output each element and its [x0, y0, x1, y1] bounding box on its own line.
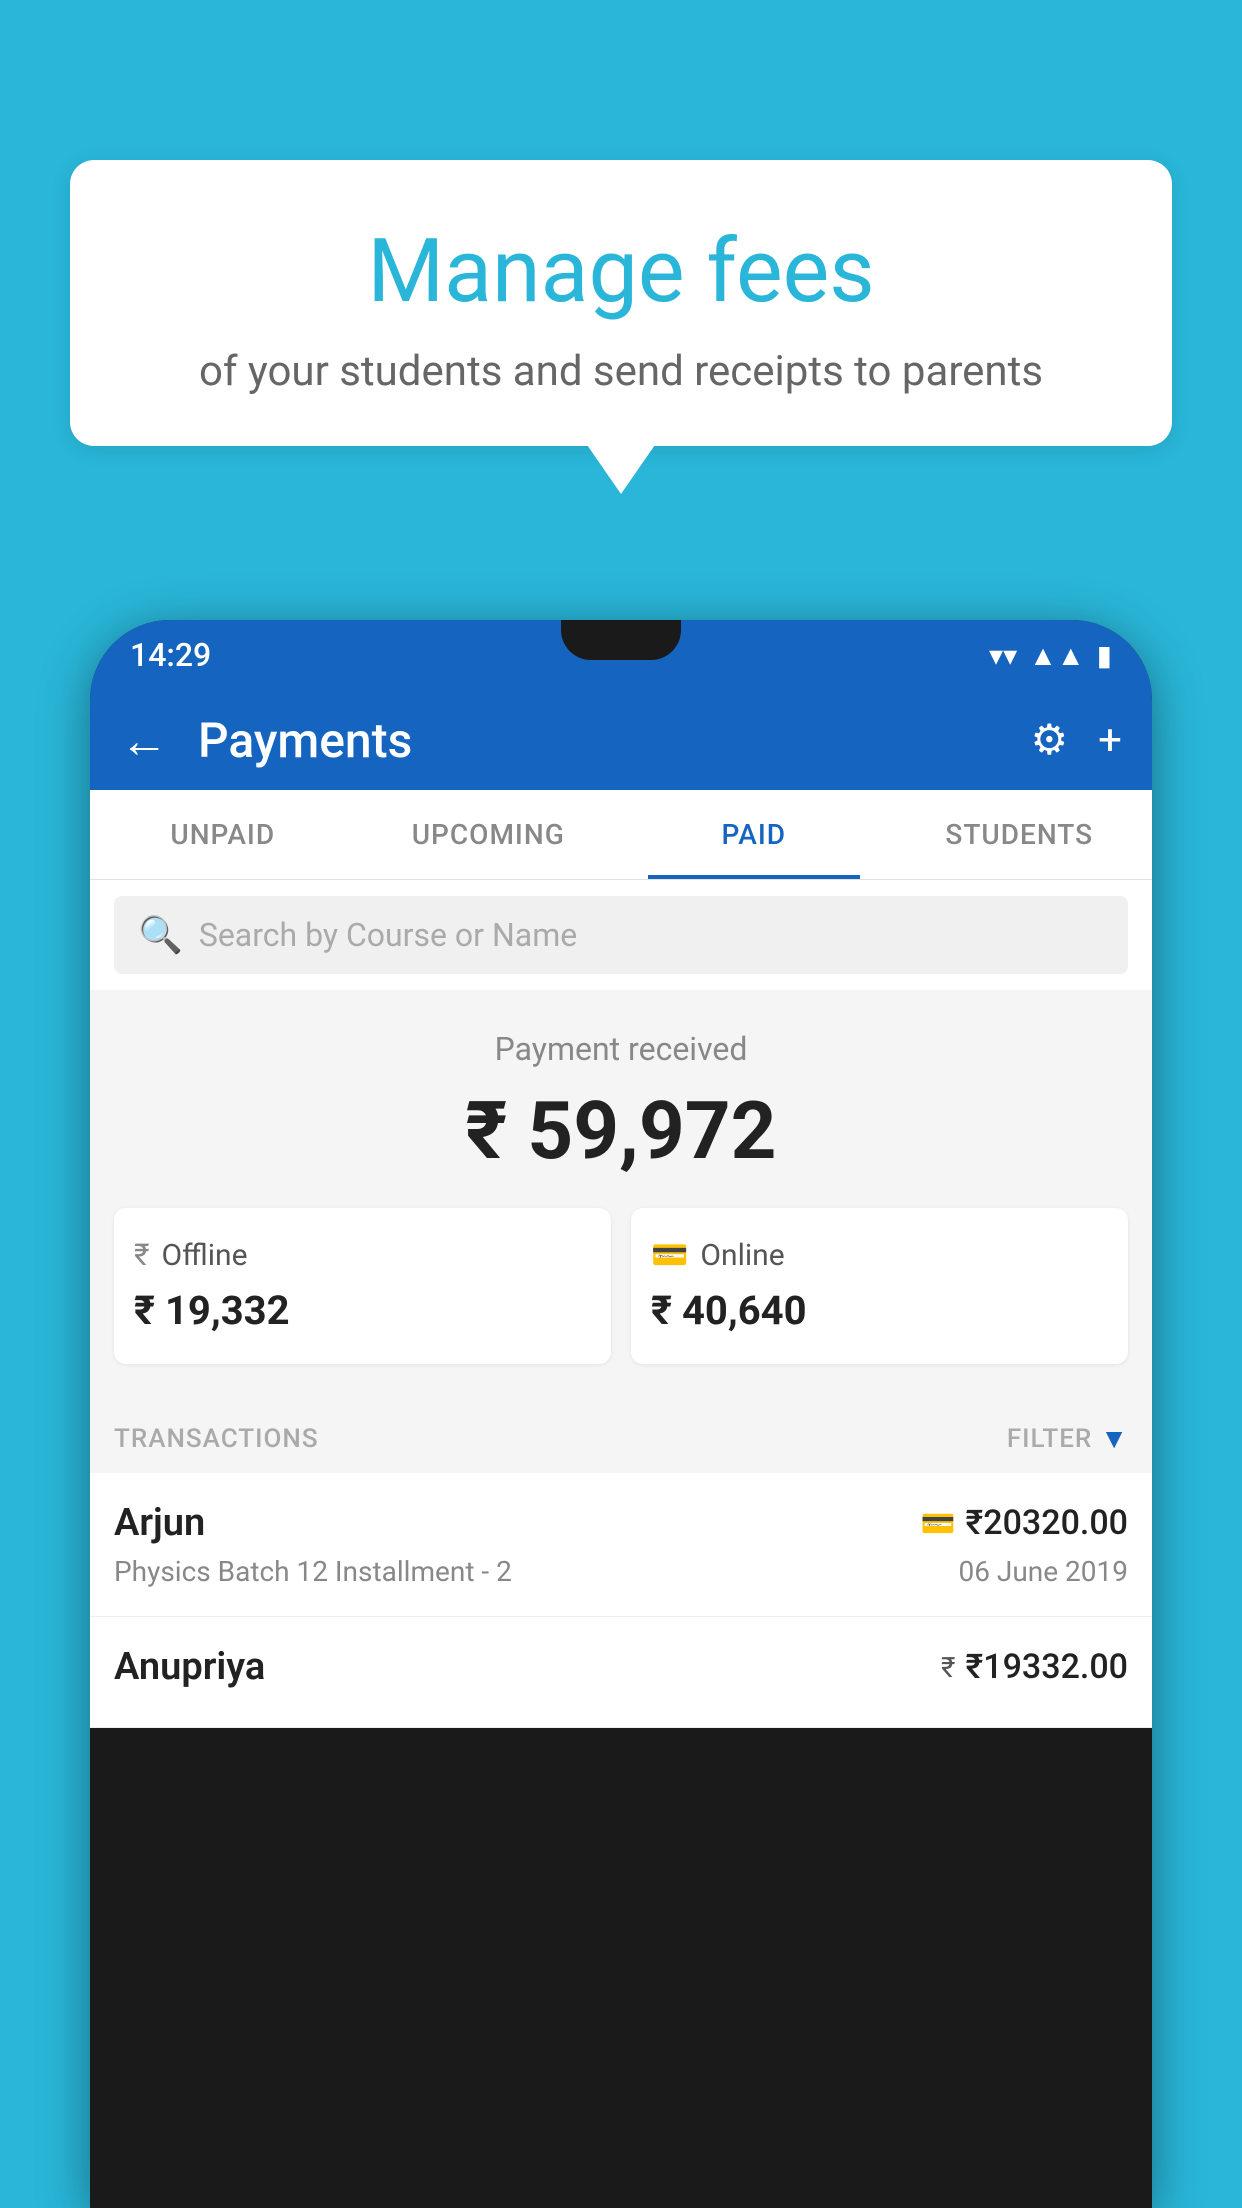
app-header: ← Payments ⚙ +: [90, 690, 1152, 790]
settings-icon[interactable]: ⚙: [1031, 715, 1069, 765]
offline-card-header: ₹ Offline: [134, 1238, 591, 1273]
phone-frame: 14:29 ▾▾ ▲▲ ▮ ← Payments ⚙ + UNPAID UPCO…: [90, 620, 1152, 2208]
online-type: Online: [700, 1238, 784, 1273]
filter-row[interactable]: FILTER ▼: [1007, 1422, 1128, 1455]
offline-payment-icon: ₹: [941, 1651, 955, 1684]
transaction-row-bottom: Physics Batch 12 Installment - 2 06 June…: [114, 1555, 1128, 1588]
payment-summary: Payment received ₹ 59,972 ₹ Offline ₹ 19…: [90, 990, 1152, 1394]
status-icons: ▾▾ ▲▲ ▮: [989, 639, 1112, 672]
bubble-title: Manage fees: [110, 220, 1132, 323]
tab-upcoming[interactable]: UPCOMING: [356, 790, 622, 879]
phone-notch: [561, 620, 681, 660]
speech-bubble: Manage fees of your students and send re…: [70, 160, 1172, 446]
online-amount: ₹ 40,640: [651, 1287, 1108, 1334]
transaction-name: Arjun: [114, 1501, 205, 1545]
offline-icon: ₹: [134, 1238, 150, 1273]
payment-received-label: Payment received: [114, 1030, 1128, 1068]
phone-screen: 🔍 Search by Course or Name Payment recei…: [90, 880, 1152, 1728]
tabs-bar: UNPAID UPCOMING PAID STUDENTS: [90, 790, 1152, 880]
offline-amount: ₹ 19,332: [134, 1287, 591, 1334]
offline-card: ₹ Offline ₹ 19,332: [114, 1208, 611, 1364]
header-title: Payments: [198, 712, 1011, 769]
tab-unpaid[interactable]: UNPAID: [90, 790, 356, 879]
transaction-name: Anupriya: [114, 1645, 265, 1689]
payment-cards: ₹ Offline ₹ 19,332 💳 Online ₹ 40,640: [114, 1208, 1128, 1364]
search-placeholder: Search by Course or Name: [199, 916, 577, 954]
transaction-row-top: Anupriya ₹ ₹19332.00: [114, 1645, 1128, 1689]
transaction-list: Arjun 💳 ₹20320.00 Physics Batch 12 Insta…: [90, 1473, 1152, 1728]
online-payment-icon: 💳: [921, 1507, 956, 1540]
transaction-amount-row: ₹ ₹19332.00: [941, 1647, 1128, 1687]
wifi-icon: ▾▾: [989, 639, 1017, 672]
transaction-item[interactable]: Arjun 💳 ₹20320.00 Physics Batch 12 Insta…: [90, 1473, 1152, 1617]
back-button[interactable]: ←: [120, 712, 168, 769]
add-icon[interactable]: +: [1098, 716, 1122, 765]
tab-paid[interactable]: PAID: [621, 790, 887, 879]
transaction-amount: ₹20320.00: [966, 1503, 1128, 1543]
battery-icon: ▮: [1097, 639, 1112, 672]
filter-icon: ▼: [1100, 1422, 1128, 1455]
transaction-amount-row: 💳 ₹20320.00: [921, 1503, 1128, 1543]
tab-students[interactable]: STUDENTS: [887, 790, 1153, 879]
transactions-label: TRANSACTIONS: [114, 1424, 319, 1454]
payment-total-amount: ₹ 59,972: [114, 1084, 1128, 1178]
online-card: 💳 Online ₹ 40,640: [631, 1208, 1128, 1364]
transaction-amount: ₹19332.00: [966, 1647, 1128, 1687]
header-actions: ⚙ +: [1031, 715, 1123, 765]
online-card-header: 💳 Online: [651, 1238, 1108, 1273]
transaction-row-top: Arjun 💳 ₹20320.00: [114, 1501, 1128, 1545]
status-time: 14:29: [130, 636, 211, 674]
search-icon: 🔍: [138, 914, 183, 956]
status-bar: 14:29 ▾▾ ▲▲ ▮: [90, 620, 1152, 690]
signal-icon: ▲▲: [1029, 639, 1084, 672]
search-container: 🔍 Search by Course or Name: [90, 880, 1152, 990]
transaction-date: 06 June 2019: [958, 1555, 1128, 1588]
filter-label: FILTER: [1007, 1424, 1092, 1454]
online-icon: 💳: [651, 1238, 688, 1273]
transactions-header: TRANSACTIONS FILTER ▼: [90, 1394, 1152, 1473]
bubble-subtitle: of your students and send receipts to pa…: [110, 347, 1132, 396]
search-bar[interactable]: 🔍 Search by Course or Name: [114, 896, 1128, 974]
transaction-item[interactable]: Anupriya ₹ ₹19332.00: [90, 1617, 1152, 1728]
transaction-course: Physics Batch 12 Installment - 2: [114, 1555, 512, 1588]
offline-type: Offline: [162, 1238, 248, 1273]
